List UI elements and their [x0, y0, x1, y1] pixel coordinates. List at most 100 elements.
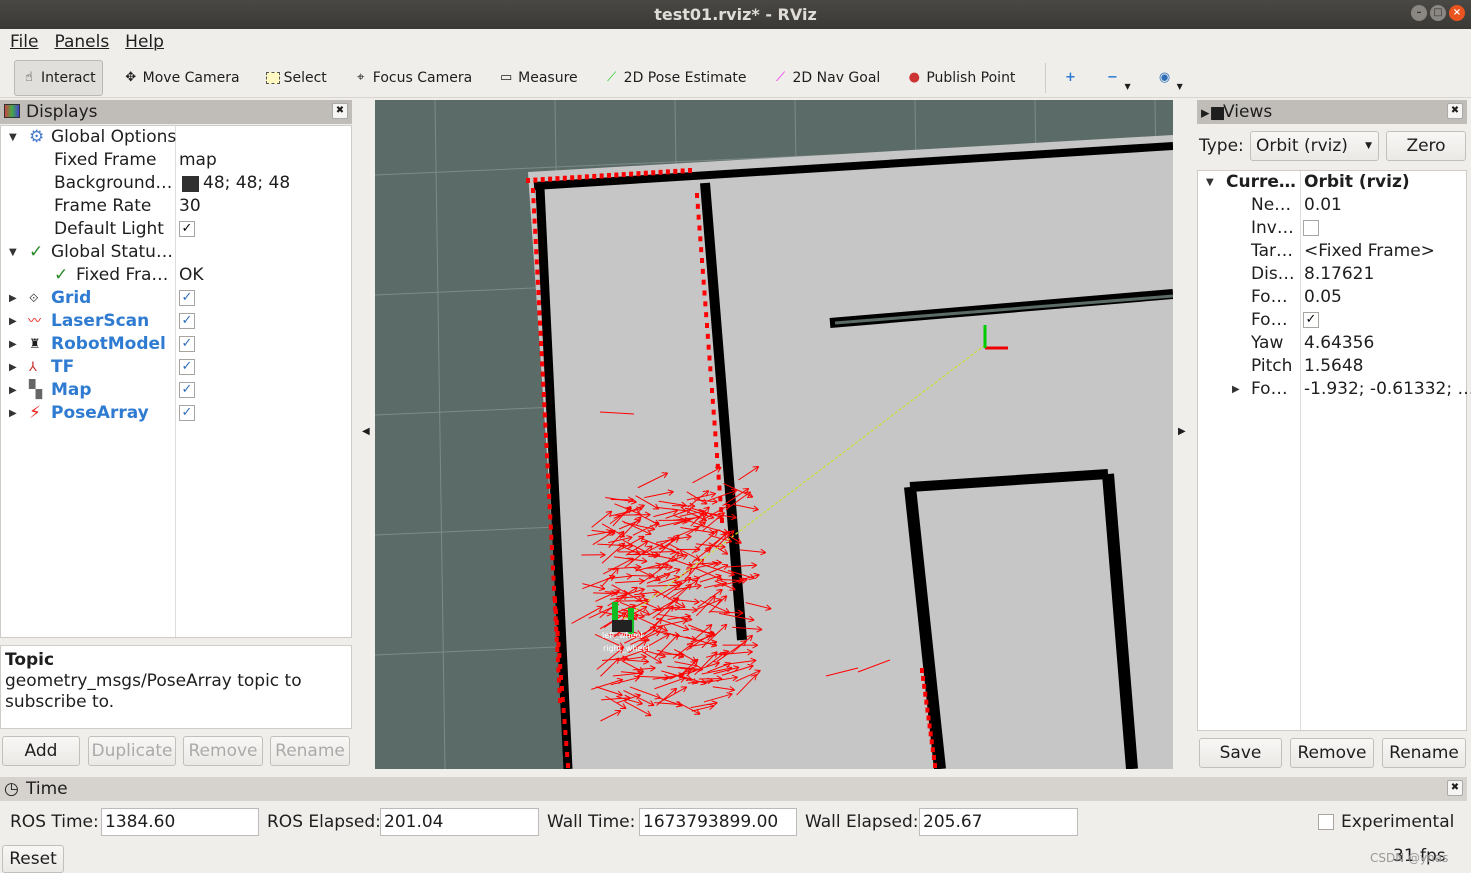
view-property-row[interactable]: Yaw 4.64356 [1198, 332, 1466, 355]
display-map[interactable]: ▶ ▚ Map ✓ [1, 379, 351, 402]
tree-value[interactable]: 4.64356 [1304, 332, 1374, 355]
color-swatch[interactable] [182, 176, 199, 192]
tool-interact[interactable]: ☝ Interact [14, 59, 103, 96]
display-enabled-checkbox[interactable]: ✓ [179, 290, 195, 306]
minimize-button[interactable]: – [1411, 5, 1427, 21]
remove-view-button[interactable]: Remove [1290, 738, 1374, 768]
tool-measure[interactable]: ▭ Measure [492, 60, 584, 96]
background-value[interactable]: 48; 48; 48 [203, 172, 290, 195]
expand-right-icon[interactable]: ▶ [9, 310, 17, 333]
menu-help[interactable]: Help [125, 29, 164, 57]
tool-move-camera[interactable]: ✥ Move Camera [117, 60, 246, 96]
property-checkbox[interactable]: ✓ [1303, 312, 1319, 328]
tool-properties-button[interactable]: ◉ ▼ [1151, 60, 1189, 96]
collapse-left-icon[interactable]: ◀ [362, 426, 370, 437]
expand-right-icon[interactable]: ▶ [9, 356, 17, 379]
expand-down-icon[interactable]: ▼ [1206, 171, 1214, 194]
display-posearray[interactable]: ▶ ⚡ PoseArray ✓ [1, 402, 351, 425]
3d-viewport[interactable]: left_wheel right_wheel [375, 100, 1173, 769]
close-panel-button[interactable]: ✖ [1447, 103, 1463, 119]
tree-value[interactable]: 0.05 [1304, 286, 1342, 309]
fixed-frame-status-row[interactable]: ✓ Fixed Fra… OK [1, 264, 351, 287]
current-view-row[interactable]: ▼ Curre… Orbit (rviz) [1198, 171, 1466, 194]
collapse-right-icon[interactable]: ▶ [1178, 426, 1186, 437]
view-property-row[interactable]: ▶ Fo… -1.932; -0.61332; … [1198, 378, 1471, 401]
view-type-select[interactable]: Orbit (rviz) ▼ [1250, 131, 1379, 161]
view-property-row[interactable]: Inv… [1198, 217, 1466, 240]
pose-arrow-head [643, 614, 650, 616]
wall-time-field[interactable]: 1673793899.00 [639, 808, 797, 836]
default-light-checkbox[interactable]: ✓ [179, 221, 195, 237]
laser-point [535, 279, 540, 285]
laser-point [552, 585, 557, 591]
expand-down-icon[interactable]: ▼ [9, 241, 17, 264]
tool-2d-nav-goal[interactable]: ⟋ 2D Nav Goal [767, 60, 887, 96]
laser-point [680, 168, 685, 174]
laser-point [539, 351, 544, 357]
menu-file[interactable]: File [10, 29, 38, 57]
expand-down-icon[interactable]: ▼ [9, 126, 17, 149]
global-status-row[interactable]: ▼ ✓ Global Statu… [1, 241, 351, 264]
menu-panels[interactable]: Panels [54, 29, 109, 57]
display-grid[interactable]: ▶ ⟐ Grid ✓ [1, 287, 351, 310]
close-button[interactable]: × [1449, 5, 1465, 21]
check-icon: ✓ [54, 265, 69, 285]
display-enabled-checkbox[interactable]: ✓ [179, 313, 195, 329]
global-options-row[interactable]: ▼ ⚙ Global Options [1, 126, 351, 149]
tree-value[interactable]: -1.932; -0.61332; … [1304, 378, 1471, 401]
display-enabled-checkbox[interactable]: ✓ [179, 359, 195, 375]
expand-right-icon[interactable]: ▶ [9, 333, 17, 356]
view-property-row[interactable]: Dis… 8.17621 [1198, 263, 1466, 286]
zero-button[interactable]: Zero [1386, 131, 1466, 161]
add-tool-button[interactable]: + [1056, 60, 1084, 96]
tool-publish-point[interactable]: ● Publish Point [900, 60, 1021, 96]
rename-display-button[interactable]: Rename [270, 736, 350, 766]
ros-elapsed-field[interactable]: 201.04 [380, 808, 539, 836]
close-panel-button[interactable]: ✖ [332, 103, 348, 119]
expand-right-icon[interactable]: ▶ [9, 379, 17, 402]
tree-value[interactable]: 8.17621 [1304, 263, 1374, 286]
frame-rate-value[interactable]: 30 [179, 195, 201, 218]
ros-time-field[interactable]: 1384.60 [101, 808, 259, 836]
default-light-row[interactable]: Default Light ✓ [1, 218, 351, 241]
view-property-row[interactable]: Ne… 0.01 [1198, 194, 1466, 217]
expand-right-icon[interactable]: ▶ [9, 402, 17, 425]
view-property-row[interactable]: Fo… ✓ [1198, 309, 1466, 332]
rename-view-button[interactable]: Rename [1382, 738, 1466, 768]
fixed-frame-row[interactable]: Fixed Frame map [1, 149, 351, 172]
expand-right-icon[interactable]: ▶ [1232, 378, 1240, 401]
maximize-button[interactable]: □ [1430, 5, 1446, 21]
display-enabled-checkbox[interactable]: ✓ [179, 405, 195, 421]
fixed-frame-value[interactable]: map [179, 149, 217, 172]
wall-elapsed-field[interactable]: 205.67 [919, 808, 1078, 836]
tree-value[interactable]: 0.01 [1304, 194, 1342, 217]
remove-tool-button[interactable]: − ▼ [1098, 60, 1136, 96]
tree-value[interactable]: 1.5648 [1304, 355, 1363, 378]
remove-display-button[interactable]: Remove [183, 736, 263, 766]
frame-rate-row[interactable]: Frame Rate 30 [1, 195, 351, 218]
experimental-checkbox[interactable] [1318, 814, 1334, 830]
display-robotmodel[interactable]: ▶ ♜ RobotModel ✓ [1, 333, 351, 356]
display-laserscan[interactable]: ▶ 〰 LaserScan ✓ [1, 310, 351, 333]
expand-right-icon[interactable]: ▶ [9, 287, 17, 310]
save-view-button[interactable]: Save [1199, 738, 1282, 768]
display-tf[interactable]: ▶ ⅄ TF ✓ [1, 356, 351, 379]
close-panel-button[interactable]: ✖ [1447, 780, 1463, 796]
duplicate-display-button[interactable]: Duplicate [88, 736, 176, 766]
tool-select[interactable]: Select [260, 60, 333, 96]
add-display-button[interactable]: Add [2, 736, 80, 766]
view-property-row[interactable]: Fo… 0.05 [1198, 286, 1466, 309]
tool-label: Interact [41, 69, 96, 86]
laser-point [629, 171, 634, 177]
display-enabled-checkbox[interactable]: ✓ [179, 382, 195, 398]
view-property-row[interactable]: Tar… <Fixed Frame> [1198, 240, 1466, 263]
view-property-row[interactable]: Pitch 1.5648 [1198, 355, 1466, 378]
display-enabled-checkbox[interactable]: ✓ [179, 336, 195, 352]
tree-value[interactable]: <Fixed Frame> [1304, 240, 1435, 263]
background-row[interactable]: Background… 48; 48; 48 [1, 172, 351, 195]
tool-2d-pose-estimate[interactable]: ⟋ 2D Pose Estimate [598, 60, 753, 96]
experimental-label: Experimental [1341, 812, 1455, 832]
property-checkbox[interactable] [1303, 220, 1319, 236]
reset-button[interactable]: Reset [2, 845, 64, 873]
tool-focus-camera[interactable]: ⌖ Focus Camera [347, 60, 478, 96]
